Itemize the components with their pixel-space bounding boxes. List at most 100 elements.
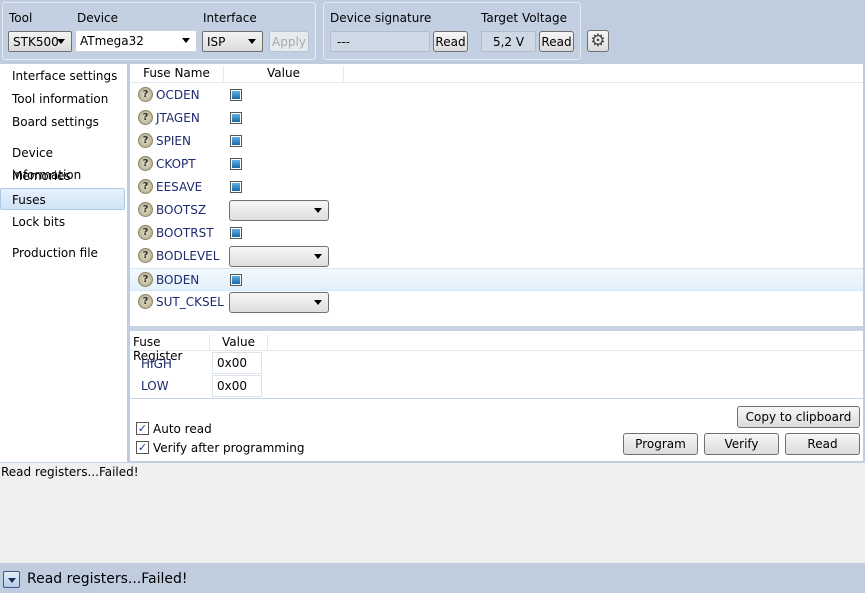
register-value-header: Value xyxy=(210,335,268,351)
fuse-row: ? CKOPT xyxy=(130,153,863,176)
sidebar: Interface settings Tool information Board … xyxy=(0,64,127,462)
fuse-row: ? BODEN xyxy=(130,268,863,291)
fuse-row: ? BOOTSZ xyxy=(130,199,863,222)
status-text: Read registers...Failed! xyxy=(27,571,188,587)
chevron-down-icon xyxy=(57,39,65,44)
fuse-row: ? JTAGEN xyxy=(130,107,863,130)
read-button[interactable]: Read xyxy=(785,433,860,455)
interface-value: ISP xyxy=(207,34,226,49)
fuse-name: SUT_CKSEL xyxy=(156,295,224,309)
fuse-name: BOOTSZ xyxy=(156,203,207,217)
indeterminate-icon xyxy=(232,114,240,122)
register-header: Fuse Register xyxy=(133,335,210,363)
fuse-name: CKOPT xyxy=(156,157,196,171)
fuse-row: ? OCDEN xyxy=(130,84,863,107)
fuse-checkbox[interactable] xyxy=(230,274,242,286)
settings-button[interactable]: ⚙ xyxy=(587,30,609,52)
fuse-row: ? BOOTRST xyxy=(130,222,863,245)
register-panel: Fuse Register Value HIGH 0x00 LOW 0x00 ✓… xyxy=(130,331,863,461)
tool-value: STK500 xyxy=(13,34,59,49)
register-value-high[interactable]: 0x00 xyxy=(212,352,262,374)
fuse-name: BODLEVEL xyxy=(156,249,220,263)
help-icon[interactable]: ? xyxy=(138,225,153,240)
gear-icon: ⚙ xyxy=(590,31,606,51)
verify-after-checkbox[interactable]: ✓ xyxy=(136,441,149,454)
interface-label: Interface xyxy=(203,11,257,25)
fuse-name: JTAGEN xyxy=(156,111,200,125)
sidebar-item-memories[interactable]: Memories xyxy=(0,165,125,187)
expand-log-button[interactable] xyxy=(3,571,20,588)
chevron-down-icon xyxy=(314,254,322,259)
fuse-checkbox[interactable] xyxy=(230,158,242,170)
chevron-down-icon xyxy=(182,38,190,43)
sidebar-item-board-settings[interactable]: Board settings xyxy=(0,111,125,133)
fuse-checkbox[interactable] xyxy=(230,112,242,124)
fuse-name: BODEN xyxy=(156,273,200,287)
sidebar-item-interface-settings[interactable]: Interface settings xyxy=(0,65,125,87)
chevron-down-icon xyxy=(314,208,322,213)
help-icon[interactable]: ? xyxy=(138,110,153,125)
fuse-row: ? BODLEVEL xyxy=(130,245,863,268)
fuse-checkbox[interactable] xyxy=(230,135,242,147)
sidebar-item-lock-bits[interactable]: Lock bits xyxy=(0,211,125,233)
fuse-checkbox[interactable] xyxy=(230,181,242,193)
help-icon[interactable]: ? xyxy=(138,294,153,309)
help-icon[interactable]: ? xyxy=(138,133,153,148)
auto-read-checkbox[interactable]: ✓ xyxy=(136,422,149,435)
fuse-select[interactable] xyxy=(229,246,329,267)
register-name-high: HIGH xyxy=(141,357,172,371)
chevron-down-icon xyxy=(8,578,16,583)
fuse-checkbox[interactable] xyxy=(230,227,242,239)
fuse-row: ? SUT_CKSEL xyxy=(130,291,863,314)
indeterminate-icon xyxy=(232,229,240,237)
interface-select[interactable]: ISP xyxy=(202,31,263,52)
sidebar-item-fuses[interactable]: Fuses xyxy=(0,188,125,210)
fuse-value-header: Value xyxy=(224,66,344,82)
tool-label: Tool xyxy=(9,11,33,25)
indeterminate-icon xyxy=(232,276,240,284)
fuse-table: Fuse Name Value ? OCDEN? JTAGEN? SPIEN? CKOP… xyxy=(130,64,863,326)
indeterminate-icon xyxy=(232,183,240,191)
signature-label: Device signature xyxy=(330,11,432,25)
voltage-value: 5,2 V xyxy=(481,31,536,52)
signature-read-button[interactable]: Read xyxy=(433,31,468,52)
fuse-name-header: Fuse Name xyxy=(130,66,224,82)
indeterminate-icon xyxy=(232,91,240,99)
device-value: ATmega32 xyxy=(80,34,144,48)
copy-to-clipboard-button[interactable]: Copy to clipboard xyxy=(737,406,860,428)
check-icon: ✓ xyxy=(137,422,148,435)
fuse-row: ? EESAVE xyxy=(130,176,863,199)
indeterminate-icon xyxy=(232,160,240,168)
tool-select[interactable]: STK500 xyxy=(8,31,72,52)
fuse-name: EESAVE xyxy=(156,180,203,194)
check-icon: ✓ xyxy=(137,441,148,454)
help-icon[interactable]: ? xyxy=(138,272,153,287)
help-icon[interactable]: ? xyxy=(138,87,153,102)
register-value-low[interactable]: 0x00 xyxy=(212,375,262,397)
fuse-select[interactable] xyxy=(229,292,329,313)
voltage-read-button[interactable]: Read xyxy=(539,31,574,52)
sidebar-item-production-file[interactable]: Production file xyxy=(0,242,125,264)
verify-button[interactable]: Verify xyxy=(704,433,779,455)
fuse-name: SPIEN xyxy=(156,134,191,148)
signature-value: --- xyxy=(330,31,430,52)
fuse-name: OCDEN xyxy=(156,88,200,102)
fuse-checkbox[interactable] xyxy=(230,89,242,101)
help-icon[interactable]: ? xyxy=(138,202,153,217)
device-select[interactable]: ATmega32 xyxy=(75,30,197,52)
voltage-label: Target Voltage xyxy=(481,11,567,25)
help-icon[interactable]: ? xyxy=(138,248,153,263)
help-icon[interactable]: ? xyxy=(138,179,153,194)
log-output: Read registers...Failed! xyxy=(0,462,865,563)
apply-button[interactable]: Apply xyxy=(269,31,309,52)
sidebar-item-device-information[interactable]: Device information xyxy=(0,142,125,182)
tool-group: Tool Device Interface STK500 ATmega32 IS… xyxy=(2,2,316,60)
program-button[interactable]: Program xyxy=(623,433,698,455)
fuse-row: ? SPIEN xyxy=(130,130,863,153)
status-bar: Read registers...Failed! xyxy=(0,563,865,593)
fuse-select[interactable] xyxy=(229,200,329,221)
fuse-name: BOOTRST xyxy=(156,226,214,240)
sidebar-item-tool-information[interactable]: Tool information xyxy=(0,88,125,110)
help-icon[interactable]: ? xyxy=(138,156,153,171)
chevron-down-icon xyxy=(314,300,322,305)
